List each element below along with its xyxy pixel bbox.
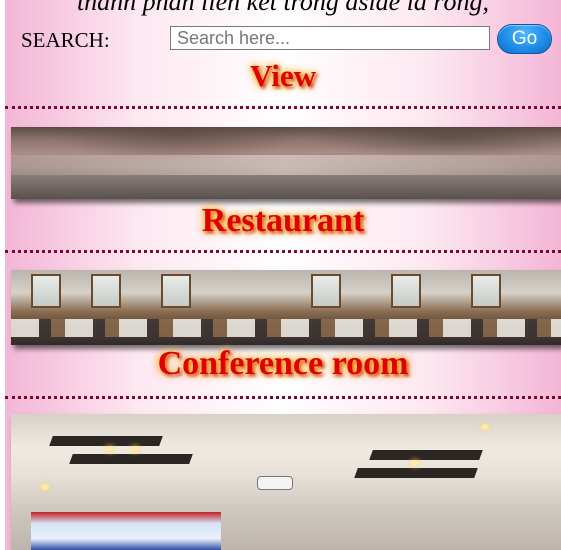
ceiling-light [411, 460, 419, 466]
ceiling-beam [354, 468, 478, 478]
dining-tables [11, 319, 561, 337]
ceiling-light [41, 484, 49, 490]
ceiling-light [131, 446, 139, 452]
ceiling-beam [69, 454, 193, 464]
section-title-conference-room[interactable]: Conference room [5, 342, 561, 386]
go-button[interactable]: Go [497, 24, 552, 54]
search-bar: SEARCH: Go [5, 24, 561, 54]
mist-layer [11, 155, 561, 175]
window [31, 274, 61, 308]
window [471, 274, 501, 308]
conference-room-photo[interactable] [11, 414, 561, 550]
divider [5, 396, 561, 399]
restaurant-photo[interactable] [11, 270, 561, 345]
section-title-view[interactable]: View [5, 57, 561, 95]
window [91, 274, 121, 308]
projector [257, 476, 293, 490]
ceiling-beam [369, 450, 483, 460]
search-input[interactable] [170, 26, 490, 50]
event-banner [31, 512, 221, 550]
window [311, 274, 341, 308]
ceiling-light [481, 424, 489, 430]
divider [5, 250, 561, 253]
ceiling-light [106, 446, 114, 452]
window [391, 274, 421, 308]
lake-view-photo[interactable] [11, 127, 561, 199]
aside-panel: thành phần liên kết trong aside là rỗng,… [5, 0, 561, 550]
ceiling-beam [49, 436, 163, 446]
overflow-text: thành phần liên kết trong aside là rỗng, [76, 0, 490, 16]
search-label: SEARCH: [21, 28, 110, 52]
window [161, 274, 191, 308]
section-title-restaurant[interactable]: Restaurant [5, 200, 561, 242]
divider [5, 106, 561, 109]
